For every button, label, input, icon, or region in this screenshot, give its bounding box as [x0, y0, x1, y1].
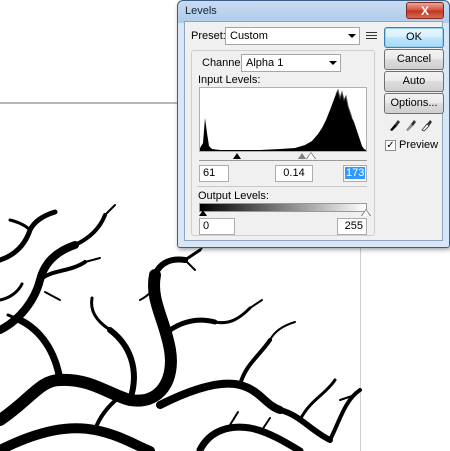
output-white-slider-fill: [362, 210, 370, 216]
chevron-down-icon: [348, 34, 356, 38]
auto-button[interactable]: Auto: [384, 71, 444, 92]
close-button[interactable]: X: [406, 2, 444, 19]
input-gamma-field[interactable]: 0.14: [275, 165, 313, 182]
input-white-slider-fill: [307, 153, 315, 159]
preview-checkbox[interactable]: ✓: [385, 140, 396, 151]
histogram: [199, 87, 367, 152]
title-bar[interactable]: Levels X: [178, 1, 449, 21]
preset-label: Preset:: [191, 30, 226, 42]
dialog-title: Levels: [185, 5, 217, 17]
cancel-button[interactable]: Cancel: [384, 49, 444, 70]
options-button[interactable]: Options...: [384, 93, 444, 114]
output-black-slider[interactable]: [199, 210, 207, 216]
preset-options-icon[interactable]: [366, 32, 377, 41]
black-point-eyedropper-icon[interactable]: [388, 118, 400, 132]
input-white-field[interactable]: 173: [343, 165, 367, 182]
white-point-eyedropper-icon[interactable]: [420, 118, 432, 132]
channel-label: Channel:: [202, 57, 247, 69]
preset-value: Custom: [230, 30, 268, 42]
input-levels-label: Input Levels:: [198, 74, 261, 86]
output-gradient: [199, 203, 367, 212]
input-black-slider[interactable]: [233, 153, 241, 159]
ok-button[interactable]: OK: [384, 27, 444, 48]
channel-value: Alpha 1: [246, 57, 284, 69]
output-black-field[interactable]: 0: [199, 218, 235, 235]
output-levels-label: Output Levels:: [198, 190, 269, 202]
chevron-down-icon: [329, 61, 337, 65]
input-white-value: 173: [345, 167, 366, 179]
gray-point-eyedropper-icon[interactable]: [404, 118, 416, 132]
separator: [197, 186, 367, 187]
preview-label: Preview: [399, 139, 439, 151]
preset-dropdown[interactable]: Custom: [225, 27, 360, 45]
dialog-body: Preset: Custom Channel: Alpha 1 Input Le…: [184, 21, 444, 241]
input-slider-track: [199, 160, 367, 161]
input-black-field[interactable]: 61: [199, 165, 229, 182]
histogram-graph: [200, 88, 366, 151]
output-white-field[interactable]: 255: [337, 218, 367, 235]
input-gray-slider[interactable]: [298, 153, 306, 159]
levels-dialog: Levels X Preset: Custom Channel: Alpha 1…: [177, 0, 450, 248]
channel-dropdown[interactable]: Alpha 1: [241, 54, 341, 72]
